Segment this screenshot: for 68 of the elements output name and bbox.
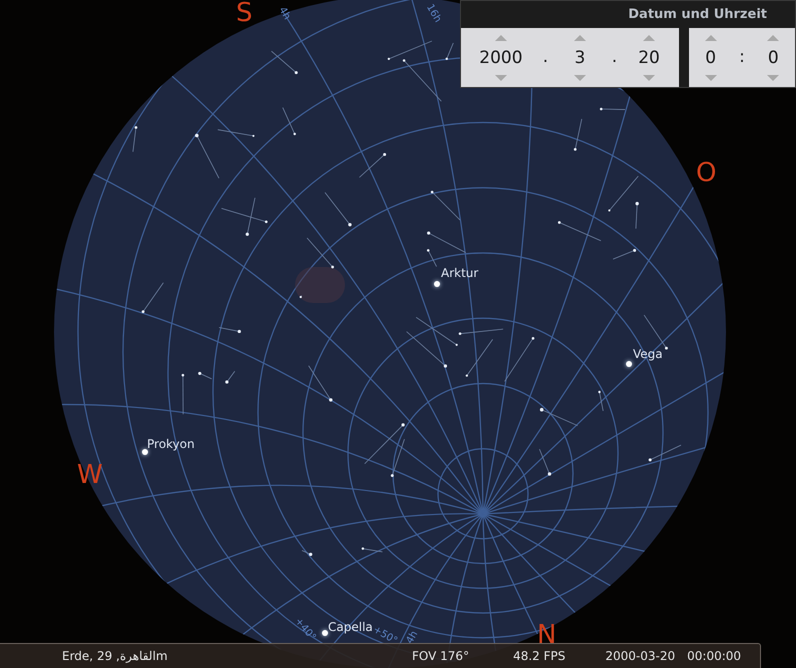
nebula-drawing: [295, 267, 345, 303]
star-label: Vega: [633, 346, 663, 363]
down-arrow-icon[interactable]: [643, 74, 656, 80]
up-arrow-icon[interactable]: [574, 34, 586, 40]
constellation-line: [432, 192, 460, 220]
time-text: 00:00:00: [687, 648, 742, 665]
date-separator: .: [542, 46, 548, 69]
up-arrow-icon[interactable]: [494, 34, 507, 40]
constellation-line: [504, 338, 534, 382]
constellation-line: [362, 548, 383, 552]
compass-label: S: [236, 0, 253, 26]
constellation-line: [306, 238, 333, 268]
grid-label: 4h: [403, 628, 422, 647]
constellation-line: [308, 365, 332, 400]
spinner-value[interactable]: 2000: [479, 40, 523, 74]
down-arrow-icon[interactable]: [574, 74, 586, 80]
constellation-line: [574, 118, 582, 150]
up-arrow-icon[interactable]: [704, 34, 717, 40]
constellation-line: [406, 331, 446, 366]
constellation-line: [644, 314, 667, 349]
constellation-line: [324, 192, 350, 226]
spinner-value[interactable]: 20: [638, 40, 660, 74]
constellation-line: [199, 373, 212, 380]
time-separator: :: [739, 46, 745, 69]
panel-title: Datum und Uhrzeit: [628, 6, 767, 24]
constellation-line: [650, 444, 682, 460]
location-text: Erde, القاهرة, 29m: [62, 648, 169, 665]
constellation-line: [218, 327, 240, 332]
constellation-line: [302, 550, 312, 555]
constellation-line: [466, 339, 494, 376]
constellation-line: [541, 409, 578, 426]
compass-label: O: [696, 160, 716, 186]
date-separator: .: [612, 46, 618, 69]
up-arrow-icon[interactable]: [643, 34, 656, 40]
constellation-line: [142, 282, 164, 312]
constellation-line: [599, 392, 604, 412]
constellation-line: [446, 42, 454, 60]
date-text: 2000-03-20: [605, 648, 676, 665]
constellation-line: [416, 316, 458, 346]
spinner-value[interactable]: 0: [768, 40, 779, 74]
date-field[interactable]: 2000 . 3 . 20: [461, 28, 679, 87]
compass-label: N: [537, 622, 556, 648]
star-label: Arktur: [441, 265, 478, 282]
fps-text: 48.2 FPS: [513, 648, 566, 665]
constellation-line: [359, 154, 386, 178]
down-arrow-icon[interactable]: [704, 74, 717, 80]
constellation-line: [612, 250, 636, 260]
grid-label: +50°: [371, 624, 400, 649]
down-arrow-icon[interactable]: [494, 74, 507, 80]
constellation-line: [132, 127, 136, 152]
constellation-line: [282, 107, 296, 134]
up-arrow-icon[interactable]: [767, 34, 780, 40]
star-label: Capella: [328, 619, 373, 636]
constellation-line: [226, 370, 236, 382]
time-field[interactable]: 0 : 0: [689, 28, 795, 87]
constellation-line: [600, 108, 626, 110]
star-label: Prokyon: [147, 436, 195, 453]
constellation-line: [460, 328, 504, 334]
constellation-line: [558, 222, 602, 242]
spinner-value[interactable]: 3: [574, 40, 586, 74]
spinner-value[interactable]: 0: [705, 40, 716, 74]
compass-label: W: [77, 462, 103, 488]
constellation-line: [182, 374, 184, 415]
down-arrow-icon[interactable]: [767, 74, 780, 80]
fov-text: FOV 176°: [412, 648, 470, 665]
grid-label: 4h: [275, 4, 294, 23]
constellation-line: [539, 448, 550, 474]
constellation-line: [271, 50, 297, 74]
